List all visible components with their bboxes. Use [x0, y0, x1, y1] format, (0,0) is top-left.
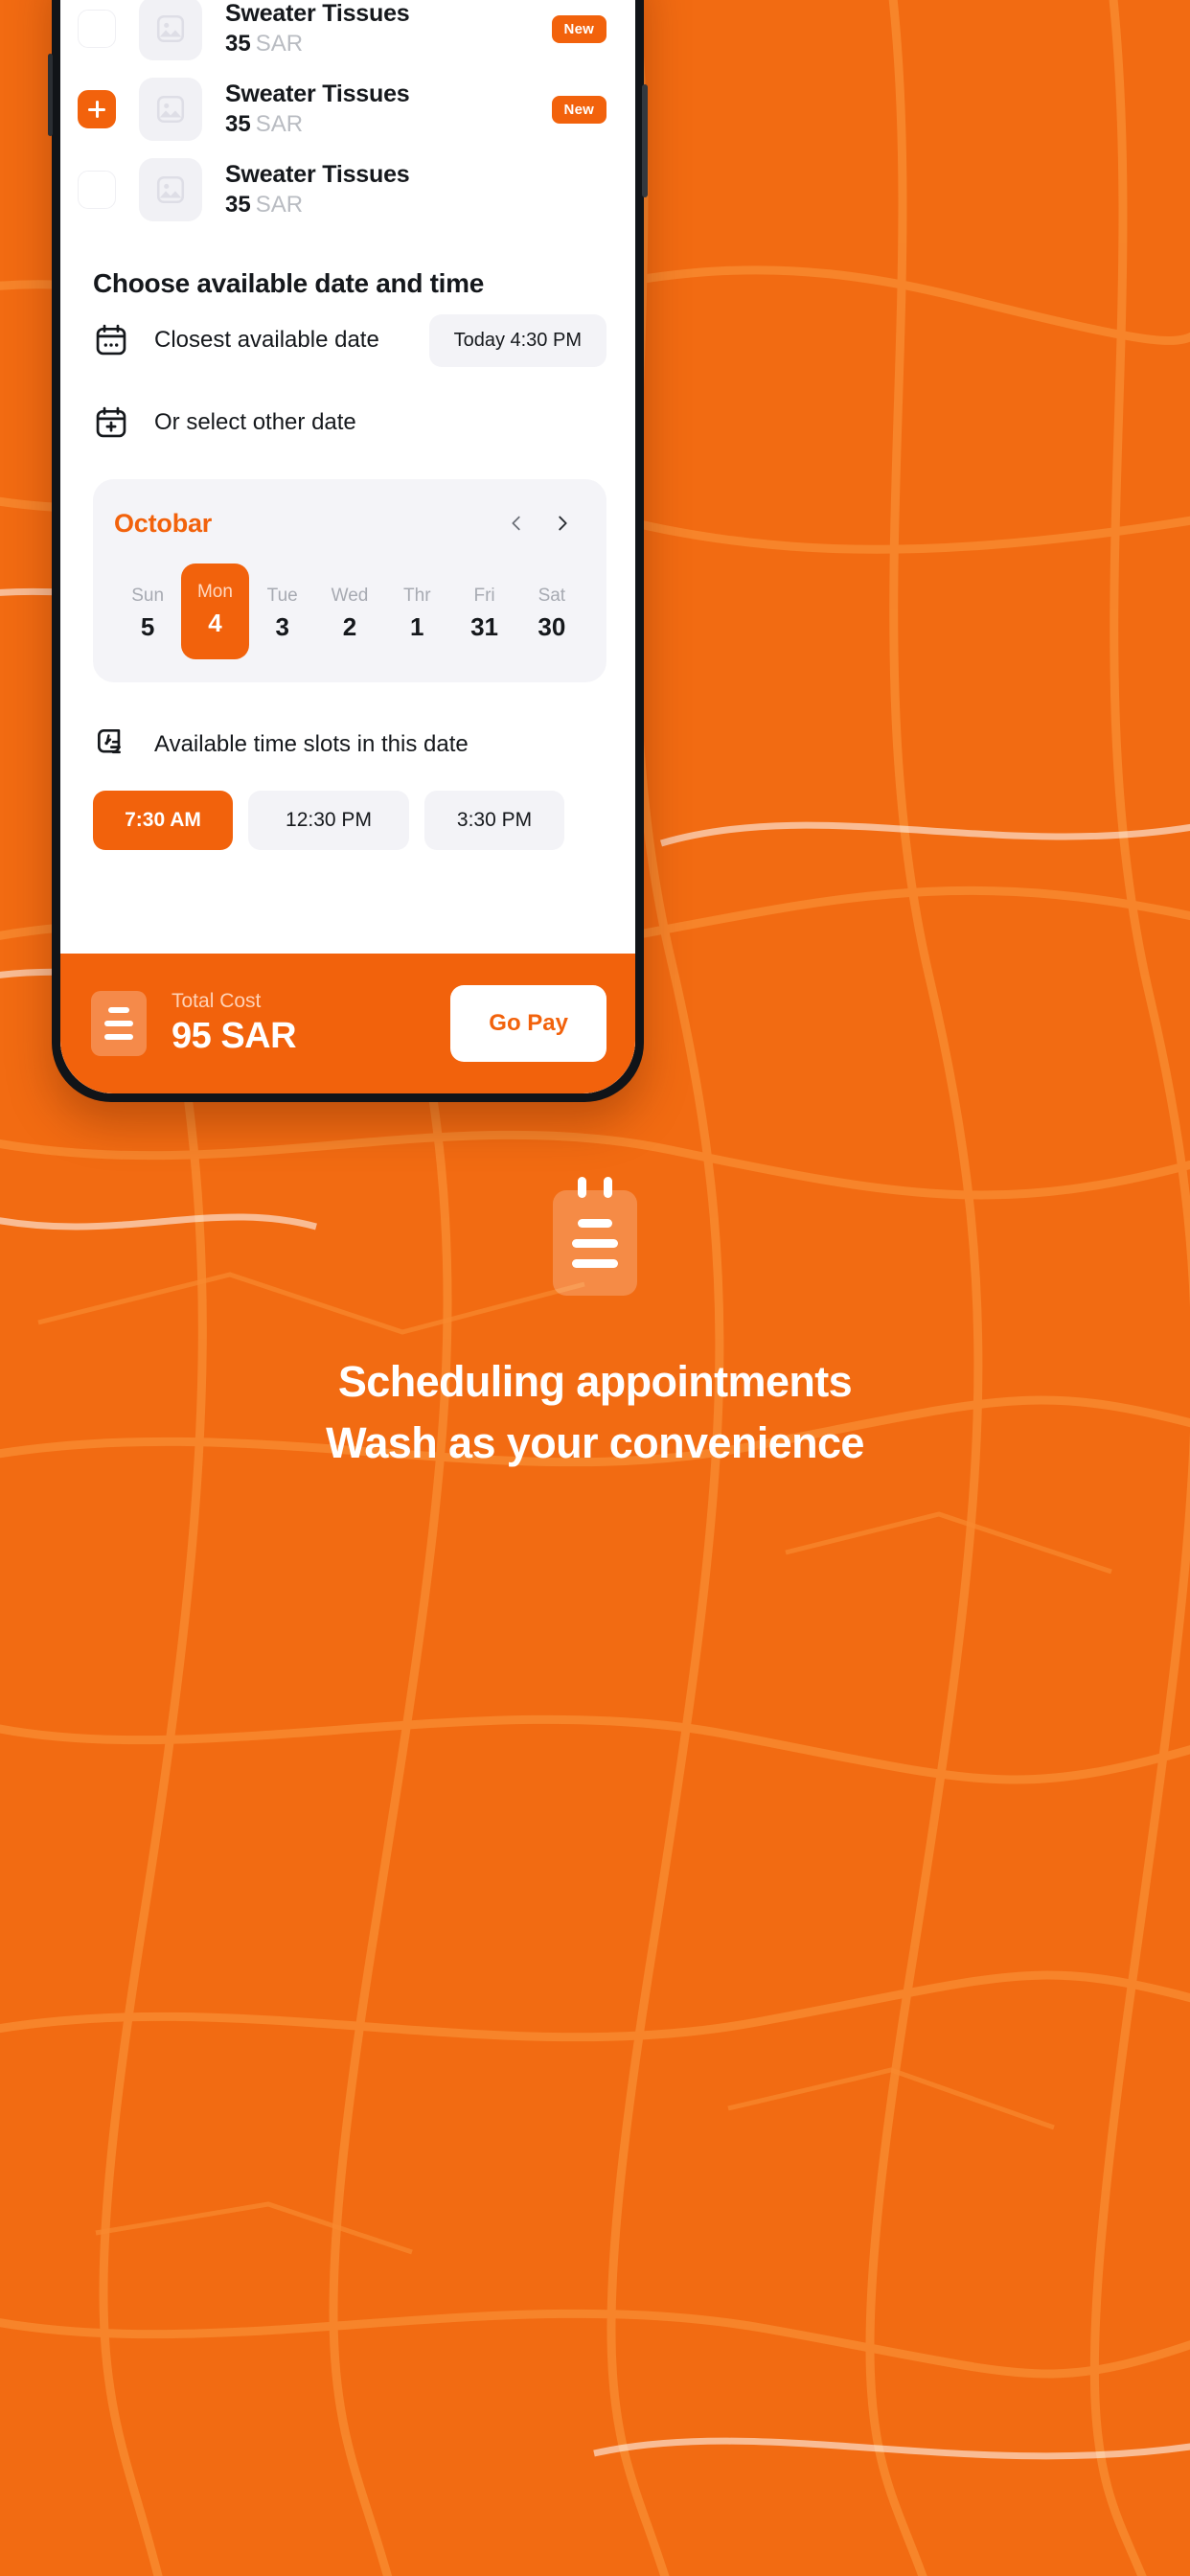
calendar-header: Octobar — [114, 504, 585, 542]
time-slot-option[interactable]: 7:30 AM — [93, 790, 233, 850]
calendar-day-mon[interactable]: Mon 4 — [181, 564, 249, 659]
item-price: 35 SAR — [225, 110, 304, 137]
closest-available-date-value[interactable]: Today 4:30 PM — [428, 313, 606, 367]
day-number: 4 — [208, 608, 222, 637]
calendar-day-sun[interactable]: Sun 5 — [114, 571, 181, 659]
day-number: 30 — [538, 611, 566, 641]
calendar-dots-icon — [93, 322, 129, 358]
day-name: Tue — [266, 586, 298, 606]
chevron-left-icon[interactable] — [493, 504, 539, 542]
total-cost-label: Total Cost — [172, 989, 262, 1012]
select-other-date-label: Or select other date — [154, 409, 356, 435]
calendar-day-strip: Sun 5 Mon 4 Tue 3 Wed 2 Thr 1 Fri 31 Sat… — [114, 564, 585, 659]
image-placeholder-icon — [156, 14, 185, 43]
table-row[interactable]: Sweater Tissues 35 SAR — [78, 150, 606, 230]
item-name: Sweater Tissues — [225, 161, 410, 189]
item-price: 35 SAR — [225, 191, 304, 218]
table-row[interactable]: Sweater Tissues 35 SAR New — [78, 0, 606, 69]
volume-button[interactable] — [48, 54, 53, 136]
plus-icon — [88, 101, 105, 118]
day-name: Sun — [131, 586, 165, 606]
image-placeholder-icon — [156, 95, 185, 124]
day-name: Sat — [538, 586, 566, 606]
select-other-date-row[interactable]: Or select other date — [60, 381, 635, 464]
calendar-day-fri[interactable]: Fri 31 — [450, 571, 517, 659]
item-name: Sweater Tissues — [225, 80, 410, 108]
notepad-icon — [553, 1177, 637, 1296]
item-details: Sweater Tissues 35 SAR — [225, 0, 552, 58]
date-picker[interactable]: Octobar Sun 5 Mon 4 Tue 3 Wed 2 Thr 1 Fr… — [93, 479, 606, 682]
laundry-item-list: 35SAR — [60, 0, 635, 230]
day-number: 5 — [140, 611, 155, 641]
phone-screen-frame: 35SAR — [60, 0, 635, 1093]
item-add-checkbox[interactable] — [78, 171, 116, 209]
day-number: 3 — [275, 611, 289, 641]
closest-available-date-label: Closest available date — [154, 327, 379, 353]
item-add-checkbox[interactable] — [78, 10, 116, 48]
calendar-day-thr[interactable]: Thr 1 — [383, 571, 450, 659]
item-details: Sweater Tissues 35 SAR — [225, 80, 552, 138]
app-screen: 35SAR — [60, 0, 635, 1093]
total-cost-block: Total Cost 95 SAR — [172, 988, 450, 1060]
day-number: 31 — [470, 611, 498, 641]
scrollable-content[interactable]: 35SAR — [60, 0, 635, 954]
time-slots-header: Available time slots in this date — [60, 682, 635, 766]
page-title: Choose available date and time — [93, 268, 485, 298]
chevron-right-icon[interactable] — [539, 504, 585, 542]
item-thumbnail — [139, 78, 202, 141]
go-pay-button[interactable]: Go Pay — [450, 985, 606, 1062]
time-slots-label: Available time slots in this date — [154, 731, 469, 758]
time-slot-list: 7:30 AM 12:30 PM 3:30 PM — [60, 766, 635, 850]
day-number: 2 — [342, 611, 357, 641]
day-name: Fri — [473, 586, 495, 606]
day-name: Mon — [196, 582, 233, 602]
calendar-day-sat[interactable]: Sat 30 — [518, 571, 585, 659]
status-badge: New — [551, 95, 606, 124]
image-placeholder-icon — [156, 175, 185, 204]
status-badge: New — [551, 14, 606, 43]
time-slot-option[interactable]: 3:30 PM — [424, 790, 564, 850]
time-slot-icon — [93, 724, 129, 766]
calendar-day-tue[interactable]: Tue 3 — [249, 571, 316, 659]
item-details: Sweater Tissues 35 SAR — [225, 161, 606, 218]
day-name: Wed — [331, 586, 369, 606]
item-name: Sweater Tissues — [225, 0, 410, 28]
day-name: Thr — [403, 586, 431, 606]
promo-line-1: Scheduling appointments — [337, 1357, 853, 1406]
item-thumbnail — [139, 0, 202, 60]
power-button[interactable] — [642, 84, 648, 197]
table-row[interactable]: Sweater Tissues 35 SAR New — [78, 69, 606, 150]
calendar-month-label: Octobar — [114, 508, 213, 538]
item-add-checkbox[interactable] — [78, 90, 116, 128]
closest-available-date-row[interactable]: Closest available date Today 4:30 PM — [60, 299, 635, 381]
calendar-day-wed[interactable]: Wed 2 — [316, 571, 383, 659]
calendar-plus-icon — [93, 404, 129, 441]
item-thumbnail — [139, 158, 202, 221]
receipt-icon — [91, 991, 147, 1056]
item-price: 35 SAR — [225, 30, 304, 57]
total-cost-value: 95 SAR — [172, 1015, 297, 1056]
checkout-bar: Total Cost 95 SAR Go Pay — [60, 954, 635, 1093]
day-number: 1 — [410, 611, 424, 641]
promo-caption: Scheduling appointments Wash as your con… — [0, 1131, 1190, 1474]
phone-mockup: 35SAR — [48, 0, 648, 1102]
promo-line-2: Wash as your convenience — [326, 1417, 864, 1467]
time-slot-option[interactable]: 12:30 PM — [248, 790, 409, 850]
